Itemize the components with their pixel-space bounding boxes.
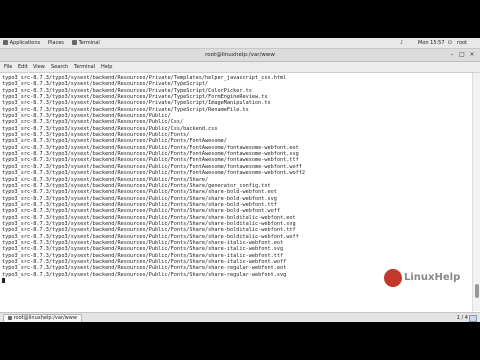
- workspace-pager-text: 1 / 4: [456, 315, 468, 321]
- text-cursor: [2, 278, 5, 283]
- terminal-scrollbar[interactable]: [472, 73, 480, 311]
- user-menu[interactable]: root: [457, 40, 467, 46]
- menu-help[interactable]: Help: [101, 64, 112, 70]
- menu-edit[interactable]: Edit: [18, 64, 28, 70]
- minimize-icon[interactable]: –: [448, 51, 456, 59]
- taskbar-window-label: root@linuxhelp:/var/www: [13, 315, 77, 321]
- watermark-text: LinuxHelp: [404, 272, 461, 283]
- scrollbar-thumb[interactable]: [475, 284, 479, 298]
- terminal-window-icon: [8, 315, 12, 320]
- maximize-icon[interactable]: □: [458, 51, 466, 59]
- applications-icon: [3, 40, 8, 45]
- power-icon[interactable]: ⏻: [448, 40, 452, 46]
- menu-search[interactable]: Search: [51, 64, 68, 70]
- terminal-launcher[interactable]: Terminal: [72, 40, 100, 46]
- terminal-icon: [72, 40, 77, 45]
- terminal-menubar: File Edit View Search Terminal Help: [0, 62, 480, 73]
- clock[interactable]: Mon 15:57: [418, 40, 445, 46]
- window-titlebar[interactable]: root@linuxhelp:/var/www – □ ×: [0, 49, 480, 62]
- taskbar-window-button[interactable]: root@linuxhelp:/var/www: [3, 314, 82, 322]
- terminal-launcher-label: Terminal: [78, 40, 100, 46]
- window-title: root@linuxhelp:/var/www: [205, 52, 275, 58]
- linuxhelp-logo-icon: [384, 269, 402, 287]
- volume-icon[interactable]: ♪: [400, 40, 403, 46]
- applications-label: Applications: [9, 40, 41, 46]
- places-menu[interactable]: Places: [48, 40, 64, 46]
- menu-file[interactable]: File: [4, 64, 12, 70]
- applications-menu[interactable]: Applications: [3, 40, 40, 46]
- menu-view[interactable]: View: [33, 64, 45, 70]
- close-icon[interactable]: ×: [468, 51, 476, 59]
- desktop-screen: Applications Places Terminal ♪ Mon 15:57…: [0, 38, 480, 322]
- menu-terminal[interactable]: Terminal: [74, 64, 95, 70]
- terminal-lines: typo3_src-8.7.3/typo3/sysext/backend/Res…: [0, 73, 472, 284]
- top-panel: Applications Places Terminal ♪ Mon 15:57…: [0, 38, 480, 49]
- workspace-switcher[interactable]: [469, 315, 477, 322]
- bottom-panel: root@linuxhelp:/var/www 1 / 4: [0, 312, 480, 322]
